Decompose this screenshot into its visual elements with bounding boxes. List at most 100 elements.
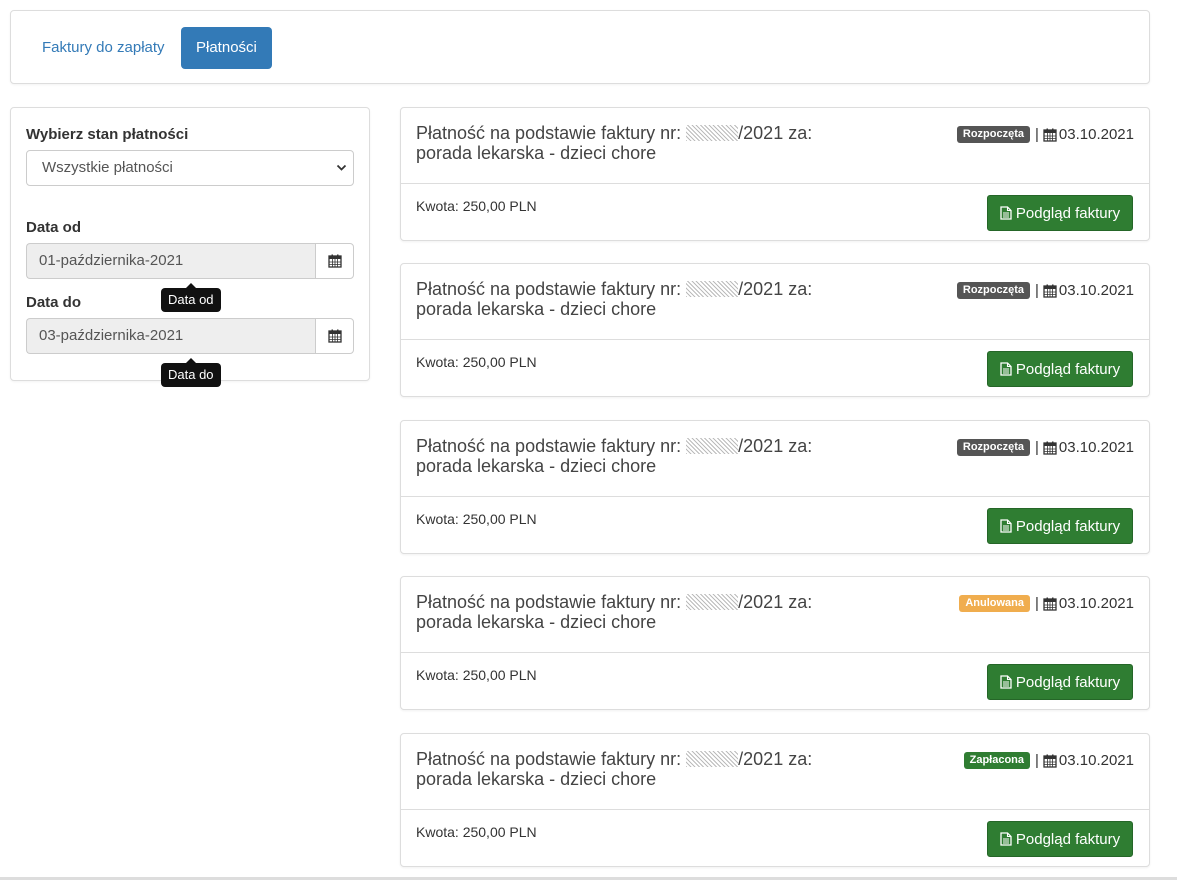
- payment-card: Płatność na podstawie faktury nr: /2021 …: [400, 576, 1150, 710]
- payment-title-prefix: Płatność na podstawie faktury nr:: [416, 749, 682, 769]
- payment-title-prefix: Płatność na podstawie faktury nr:: [416, 123, 682, 143]
- payment-amount: Kwota: 250,00 PLN: [416, 511, 537, 527]
- date-from-group: 01-października-2021: [26, 243, 354, 279]
- payment-meta: Zapłacona | 03.10.2021: [963, 752, 1134, 769]
- payment-date: 03.10.2021: [1058, 282, 1134, 299]
- status-badge: Zapłacona: [963, 752, 1031, 769]
- payment-amount: Kwota: 250,00 PLN: [416, 354, 537, 370]
- chevron-down-icon: [336, 151, 347, 199]
- payment-card-header: Płatność na podstawie faktury nr: /2021 …: [401, 108, 1149, 184]
- calendar-icon: [327, 254, 342, 268]
- payment-meta: Rozpoczęta | 03.10.2021: [956, 126, 1134, 143]
- file-icon: [1000, 832, 1012, 846]
- payment-title-service: porada lekarska - dzieci chore: [416, 769, 657, 789]
- payment-card: Płatność na podstawie faktury nr: /2021 …: [400, 107, 1150, 241]
- payment-date: 03.10.2021: [1058, 126, 1134, 143]
- status-badge: Rozpoczęta: [956, 439, 1031, 456]
- payment-card-header: Płatność na podstawie faktury nr: /2021 …: [401, 264, 1149, 340]
- file-icon: [1000, 519, 1012, 533]
- date-to-input[interactable]: 03-października-2021: [26, 318, 316, 354]
- payment-title-service: porada lekarska - dzieci chore: [416, 299, 657, 319]
- meta-separator: |: [1035, 595, 1039, 612]
- payment-card: Płatność na podstawie faktury nr: /2021 …: [400, 733, 1150, 867]
- status-select[interactable]: Wszystkie płatności: [26, 150, 354, 186]
- payment-title-suffix: /2021 za:: [738, 123, 813, 143]
- payment-title-prefix: Płatność na podstawie faktury nr:: [416, 436, 682, 456]
- payment-title-service: porada lekarska - dzieci chore: [416, 456, 657, 476]
- date-to-calendar-button[interactable]: [315, 318, 354, 354]
- payment-amount: Kwota: 250,00 PLN: [416, 824, 537, 840]
- file-icon: [1000, 675, 1012, 689]
- payment-date: 03.10.2021: [1058, 439, 1134, 456]
- status-select-value: Wszystkie płatności: [42, 159, 173, 176]
- invoice-preview-label: Podgląd faktury: [1015, 360, 1121, 378]
- date-to-group: 03-października-2021: [26, 318, 354, 354]
- file-icon: [1000, 362, 1012, 376]
- payment-meta: Rozpoczęta | 03.10.2021: [956, 282, 1134, 299]
- redacted-invoice-number: [686, 125, 739, 141]
- calendar-icon: [1043, 128, 1057, 142]
- calendar-icon: [1043, 597, 1057, 611]
- status-filter-label: Wybierz stan płatności: [26, 126, 189, 143]
- calendar-icon: [1043, 441, 1057, 455]
- payment-title: Płatność na podstawie faktury nr: /2021 …: [416, 436, 856, 476]
- date-to-tooltip: Data do: [161, 358, 221, 387]
- payment-title-suffix: /2021 za:: [738, 436, 813, 456]
- payment-title: Płatność na podstawie faktury nr: /2021 …: [416, 749, 856, 789]
- invoice-preview-label: Podgląd faktury: [1015, 673, 1121, 691]
- payment-title: Płatność na podstawie faktury nr: /2021 …: [416, 123, 856, 163]
- redacted-invoice-number: [686, 438, 739, 454]
- invoice-preview-button[interactable]: Podgląd faktury: [987, 195, 1133, 231]
- redacted-invoice-number: [686, 281, 739, 297]
- payment-meta: Rozpoczęta | 03.10.2021: [956, 439, 1134, 456]
- payment-card: Płatność na podstawie faktury nr: /2021 …: [400, 420, 1150, 554]
- invoice-preview-button[interactable]: Podgląd faktury: [987, 664, 1133, 700]
- meta-separator: |: [1035, 126, 1039, 143]
- status-badge: Rozpoczęta: [956, 282, 1031, 299]
- payment-card: Płatność na podstawie faktury nr: /2021 …: [400, 263, 1150, 397]
- status-badge: Rozpoczęta: [956, 126, 1031, 143]
- payment-amount: Kwota: 250,00 PLN: [416, 667, 537, 683]
- invoice-preview-button[interactable]: Podgląd faktury: [987, 508, 1133, 544]
- payment-title-suffix: /2021 za:: [738, 279, 813, 299]
- payment-title: Płatność na podstawie faktury nr: /2021 …: [416, 592, 856, 632]
- meta-separator: |: [1035, 752, 1039, 769]
- payment-title-prefix: Płatność na podstawie faktury nr:: [416, 592, 682, 612]
- payment-card-header: Płatność na podstawie faktury nr: /2021 …: [401, 421, 1149, 497]
- payment-date: 03.10.2021: [1058, 595, 1134, 612]
- date-to-label: Data do: [26, 294, 82, 311]
- payment-meta: Anulowana | 03.10.2021: [959, 595, 1134, 612]
- payment-title-service: porada lekarska - dzieci chore: [416, 143, 657, 163]
- redacted-invoice-number: [686, 751, 739, 767]
- payment-card-header: Płatność na podstawie faktury nr: /2021 …: [401, 577, 1149, 653]
- invoice-preview-label: Podgląd faktury: [1015, 517, 1121, 535]
- filter-panel: Wybierz stan płatności Wszystkie płatnoś…: [10, 107, 370, 387]
- calendar-icon: [327, 329, 342, 343]
- meta-separator: |: [1035, 282, 1039, 299]
- payment-card-header: Płatność na podstawie faktury nr: /2021 …: [401, 734, 1149, 810]
- meta-separator: |: [1035, 439, 1039, 456]
- status-badge: Anulowana: [959, 595, 1031, 612]
- payment-title-service: porada lekarska - dzieci chore: [416, 612, 657, 632]
- tabs-panel: Faktury do zapłaty Płatności: [10, 10, 1150, 84]
- invoice-preview-button[interactable]: Podgląd faktury: [987, 821, 1133, 857]
- tab-invoices-to-pay[interactable]: Faktury do zapłaty: [27, 27, 180, 69]
- invoice-preview-label: Podgląd faktury: [1015, 830, 1121, 848]
- tab-payments[interactable]: Płatności: [181, 27, 272, 69]
- date-from-input[interactable]: 01-października-2021: [26, 243, 316, 279]
- payment-amount: Kwota: 250,00 PLN: [416, 198, 537, 214]
- date-from-calendar-button[interactable]: [315, 243, 354, 279]
- redacted-invoice-number: [686, 594, 739, 610]
- date-from-label: Data od: [26, 219, 82, 236]
- invoice-preview-button[interactable]: Podgląd faktury: [987, 351, 1133, 387]
- payment-title: Płatność na podstawie faktury nr: /2021 …: [416, 279, 856, 319]
- calendar-icon: [1043, 284, 1057, 298]
- payment-date: 03.10.2021: [1058, 752, 1134, 769]
- file-icon: [1000, 206, 1012, 220]
- payment-title-suffix: /2021 za:: [738, 749, 813, 769]
- payment-title-prefix: Płatność na podstawie faktury nr:: [416, 279, 682, 299]
- payment-title-suffix: /2021 za:: [738, 592, 813, 612]
- invoice-preview-label: Podgląd faktury: [1015, 204, 1121, 222]
- calendar-icon: [1043, 754, 1057, 768]
- date-from-tooltip: Data od: [161, 283, 221, 312]
